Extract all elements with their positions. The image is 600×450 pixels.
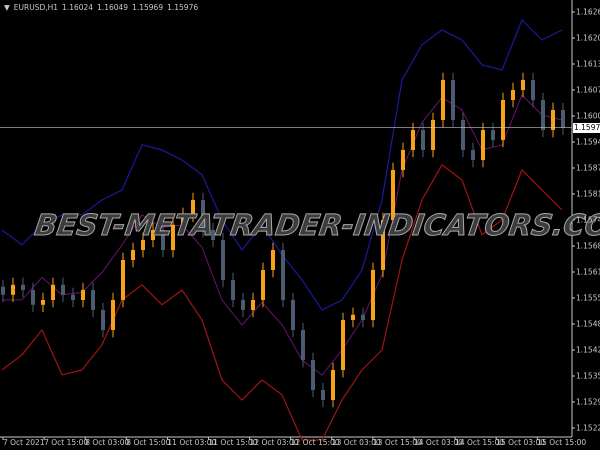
price-tick-label: 1.15225 <box>576 423 600 433</box>
time-tick-label: 8 Oct 15:00 <box>126 438 171 447</box>
candle-body <box>511 90 515 100</box>
candle-body <box>441 80 445 120</box>
candle-body <box>411 130 415 150</box>
candle-body <box>311 360 315 390</box>
price-tick-label: 1.16135 <box>576 59 600 69</box>
candle-body <box>121 260 125 300</box>
time-tick-label: 7 Oct 15:00 <box>44 438 89 447</box>
candle-body <box>551 110 555 130</box>
candle-body <box>321 390 325 400</box>
candle-body <box>491 130 495 140</box>
candle-body <box>111 300 115 330</box>
candle-body <box>291 300 295 330</box>
price-tick-label: 1.15745 <box>576 215 600 225</box>
price-tick-label: 1.15680 <box>576 241 600 251</box>
candle-body <box>251 300 255 310</box>
candle-body <box>451 80 455 120</box>
candle-body <box>471 150 475 160</box>
candle-body <box>371 270 375 320</box>
candle-body <box>231 280 235 300</box>
candle-body <box>91 290 95 310</box>
candle-body <box>531 80 535 100</box>
candle-body <box>501 100 505 140</box>
candle-body <box>21 284 25 290</box>
candle-body <box>561 110 565 128</box>
price-tick-label: 1.15875 <box>576 163 600 173</box>
open-value: 1.16024 <box>62 3 94 12</box>
candle-body <box>11 284 15 295</box>
symbol-label: EURUSD,H1 <box>13 3 59 12</box>
candle-body <box>61 284 65 295</box>
price-tick-label: 1.15550 <box>576 293 600 303</box>
candle-body <box>461 120 465 150</box>
candle-body <box>31 290 35 305</box>
candle-body <box>351 314 355 320</box>
candle-body <box>131 250 135 260</box>
time-tick-label: 8 Oct 03:00 <box>85 438 130 447</box>
candle-body <box>421 130 425 150</box>
triangle-down-icon[interactable]: ▼ <box>4 3 10 12</box>
price-tick-label: 1.15810 <box>576 189 600 199</box>
candle-body <box>101 310 105 330</box>
candle-body <box>271 250 275 270</box>
candle-body <box>301 330 305 360</box>
candle-body <box>541 100 545 130</box>
price-tick-label: 1.16070 <box>576 85 600 95</box>
lower-band-line <box>1 163 563 441</box>
price-tick-label: 1.16200 <box>576 33 600 43</box>
candle-body <box>341 320 345 370</box>
price-tick-label: 1.15485 <box>576 319 600 329</box>
price-tick-label: 1.15290 <box>576 397 600 407</box>
watermark: BEST-METATRADER-INDICATORS.COM <box>32 208 600 243</box>
price-tick-label: 1.15420 <box>576 345 600 355</box>
candle-body <box>221 240 225 280</box>
candle-body <box>241 300 245 310</box>
price-tick-label: 1.15355 <box>576 371 600 381</box>
candle-body <box>481 130 485 160</box>
candle-body <box>361 314 365 320</box>
candle-body <box>431 120 435 150</box>
price-tick-label: 1.16265 <box>576 7 600 17</box>
candle-body <box>41 300 45 305</box>
time-tick-label: 7 Oct 2021 <box>3 438 45 447</box>
current-price-label: 1.15976 <box>573 122 600 133</box>
close-value: 1.15976 <box>167 3 199 12</box>
candle-body <box>331 370 335 400</box>
candle-body <box>401 150 405 170</box>
price-tick-label: 1.15940 <box>576 137 600 147</box>
price-tick-label: 1.16005 <box>576 111 600 121</box>
chart-window: BEST-METATRADER-INDICATORS.COM ▼ EURUSD,H… <box>0 0 600 450</box>
low-value: 1.15969 <box>132 3 164 12</box>
price-tick-label: 1.15615 <box>576 267 600 277</box>
candle-body <box>1 286 5 295</box>
candle-body <box>261 270 265 300</box>
candle-body <box>521 80 525 90</box>
candle-body <box>81 290 85 300</box>
high-value: 1.16049 <box>97 3 129 12</box>
candle-body <box>51 284 55 300</box>
symbol-info: ▼ EURUSD,H1 1.16024 1.16049 1.15969 1.15976 <box>4 3 202 12</box>
candle-body <box>281 250 285 300</box>
time-tick-label: 15 Oct 15:00 <box>537 438 587 447</box>
candle-body <box>71 294 75 300</box>
